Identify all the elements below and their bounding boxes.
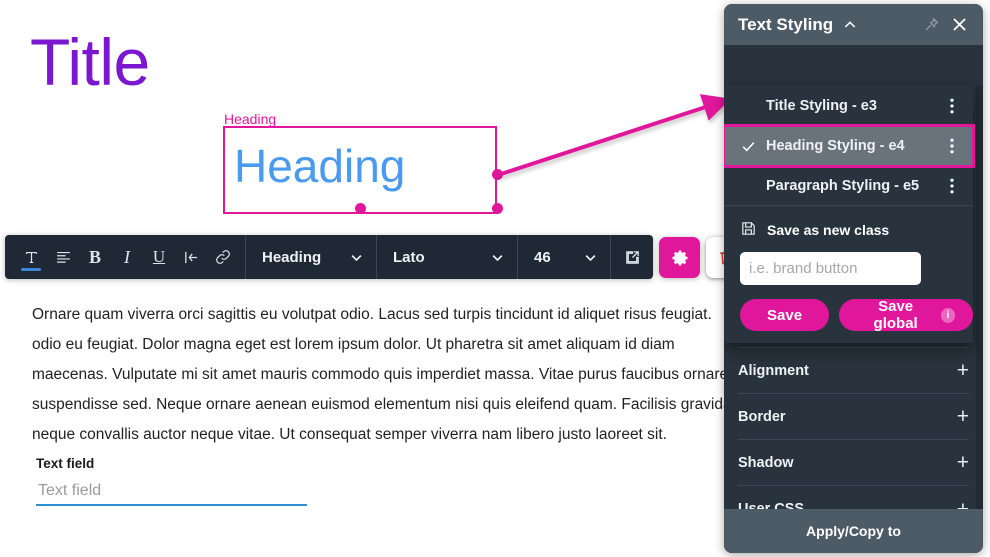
dropdown-item-paragraph-styling[interactable]: Paragraph Styling - e5 [724,166,973,206]
chevron-up-icon[interactable] [842,17,858,33]
open-in-new-button[interactable] [611,235,653,279]
floppy-disk-icon [740,220,757,240]
font-family-select[interactable]: Lato [377,235,517,279]
heading-text[interactable]: Heading [234,143,405,189]
save-button[interactable]: Save [740,299,830,331]
underline-button[interactable]: U [143,235,175,279]
indent-button[interactable] [175,235,207,279]
panel-header: Text Styling [724,4,983,45]
panel-scrollbar[interactable] [976,86,983,509]
toolbar-block-group: Heading [246,235,376,279]
text-field-label: Text field [36,456,95,471]
settings-button[interactable] [659,237,700,278]
save-as-new-class-label: Save as new class [767,222,890,238]
close-icon[interactable] [950,15,969,34]
chevron-down-icon [351,254,362,261]
align-left-button[interactable] [47,235,79,279]
dropdown-item-title-styling[interactable]: Title Styling - e3 [724,86,973,126]
dropdown-item-label: Title Styling - e3 [766,97,877,114]
resize-handle-bottom[interactable] [355,203,366,214]
block-type-value: Heading [262,248,322,266]
accordion-label-alignment: Alignment [738,362,809,379]
font-family-value: Lato [393,248,425,266]
accordion-label-border: Border [738,408,786,425]
resize-handle-bottom-right[interactable] [492,203,503,214]
chevron-down-icon [585,254,596,261]
font-size-value: 46 [534,248,551,266]
font-size-select[interactable]: 46 [518,235,610,279]
dropdown-item-label: Heading Styling - e4 [766,138,905,154]
toolbar-popout-group [611,235,653,279]
more-options-icon[interactable] [941,98,963,114]
heading-element-tag: Heading [224,111,277,127]
save-global-button[interactable]: Save global i [839,298,973,332]
apply-copy-to-button[interactable]: Apply/Copy to [724,509,983,553]
more-options-icon[interactable] [941,178,963,194]
bold-button[interactable]: B [79,235,111,279]
plus-icon: + [956,405,969,428]
text-styling-panel: Text Styling Margin + Al [724,4,983,553]
gear-icon [672,250,687,265]
link-button[interactable] [207,235,239,279]
toolbar-format-group: B I U [5,235,245,279]
plus-icon: + [956,451,969,474]
toolbar-size-group: 46 [518,235,610,279]
new-class-name-input[interactable] [740,252,921,285]
text-field-input[interactable] [36,478,307,506]
body-paragraph[interactable]: Ornare quam viverra orci sagittis eu vol… [32,300,744,450]
info-icon[interactable]: i [941,307,955,323]
dropdown-item-heading-styling[interactable]: Heading Styling - e4 [724,124,975,168]
page-title[interactable]: Title [30,26,150,99]
dropdown-item-label: Paragraph Styling - e5 [766,177,920,194]
text-editor-toolbar: B I U Heading Lato 46 [5,235,747,279]
accordion-row-shadow[interactable]: Shadow + [738,440,969,486]
more-options-icon[interactable] [941,138,963,154]
style-class-dropdown: Title Styling - e3 Heading Styling - e4 [724,86,975,343]
chevron-down-icon [492,254,503,261]
italic-button[interactable]: I [111,235,143,279]
block-type-select[interactable]: Heading [246,235,376,279]
plus-icon: + [956,359,969,382]
save-as-new-class-header: Save as new class [724,206,973,248]
panel-title: Text Styling [738,14,834,34]
accordion-row-alignment[interactable]: Alignment + [738,348,969,394]
panel-body: Margin + Alignment + Border + Shadow + U… [724,45,983,553]
resize-handle-right[interactable] [492,169,503,180]
save-global-label: Save global [873,298,918,332]
accordion-row-border[interactable]: Border + [738,394,969,440]
pin-icon[interactable] [923,16,940,33]
app-root: Title Heading Heading Ornare quam viverr… [0,0,990,557]
accordion-label-shadow: Shadow [738,454,794,471]
check-icon [740,138,766,155]
toolbar-font-group: Lato [377,235,517,279]
text-tool-button[interactable] [15,235,47,279]
open-in-new-icon [625,250,639,264]
dropdown-save-buttons: Save Save global i [724,285,973,333]
